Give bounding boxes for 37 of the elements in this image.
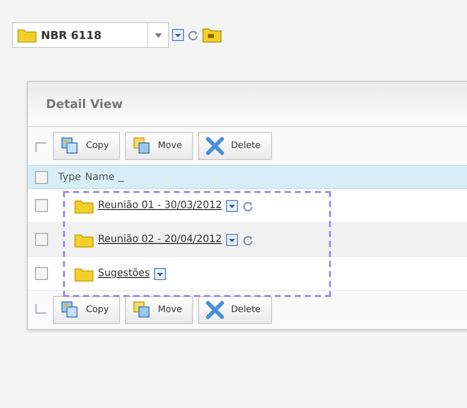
row-checkbox[interactable] bbox=[34, 267, 48, 280]
move-icon bbox=[132, 300, 152, 320]
folder-icon bbox=[74, 266, 94, 282]
move-icon bbox=[132, 136, 152, 156]
column-header[interactable]: Type bbox=[58, 172, 81, 182]
refresh-icon[interactable] bbox=[242, 234, 254, 246]
caret-icon bbox=[154, 32, 162, 38]
refresh-icon[interactable] bbox=[242, 200, 254, 212]
folder-icon bbox=[74, 232, 94, 248]
folder-link[interactable]: Reunião 02 - 20/04/2012 bbox=[98, 234, 222, 245]
column-header[interactable]: Name bbox=[84, 172, 114, 182]
row-checkbox[interactable] bbox=[34, 199, 48, 212]
delete-icon bbox=[204, 300, 225, 320]
delete-button[interactable]: Delete bbox=[198, 132, 272, 160]
move-button[interactable]: Move bbox=[124, 132, 193, 160]
refresh-icon[interactable] bbox=[187, 29, 199, 41]
sort-indicator-icon bbox=[118, 180, 124, 182]
move-button[interactable]: Move bbox=[124, 296, 193, 324]
copy-button[interactable]: Copy bbox=[53, 132, 120, 160]
folder-icon bbox=[17, 27, 37, 43]
folder-icon[interactable] bbox=[202, 27, 222, 43]
delete-icon bbox=[204, 136, 225, 156]
copy-button[interactable]: Copy bbox=[53, 296, 120, 324]
copy-icon bbox=[60, 136, 80, 156]
copy-icon bbox=[60, 300, 80, 320]
menu-icon[interactable] bbox=[226, 234, 238, 246]
folder-link[interactable]: Sugestões bbox=[98, 268, 150, 279]
folder-dropdown[interactable]: NBR 6118 bbox=[12, 22, 169, 48]
folder-icon bbox=[74, 198, 94, 214]
select-all-checkbox[interactable] bbox=[34, 170, 48, 184]
panel-title: Detail View bbox=[46, 97, 123, 111]
delete-button[interactable]: Delete bbox=[198, 296, 272, 324]
menu-icon[interactable] bbox=[226, 200, 238, 212]
row-checkbox[interactable] bbox=[34, 233, 48, 246]
menu-icon[interactable] bbox=[172, 29, 184, 41]
folder-link[interactable]: Reunião 01 - 30/03/2012 bbox=[98, 200, 222, 211]
menu-icon[interactable] bbox=[154, 268, 166, 280]
